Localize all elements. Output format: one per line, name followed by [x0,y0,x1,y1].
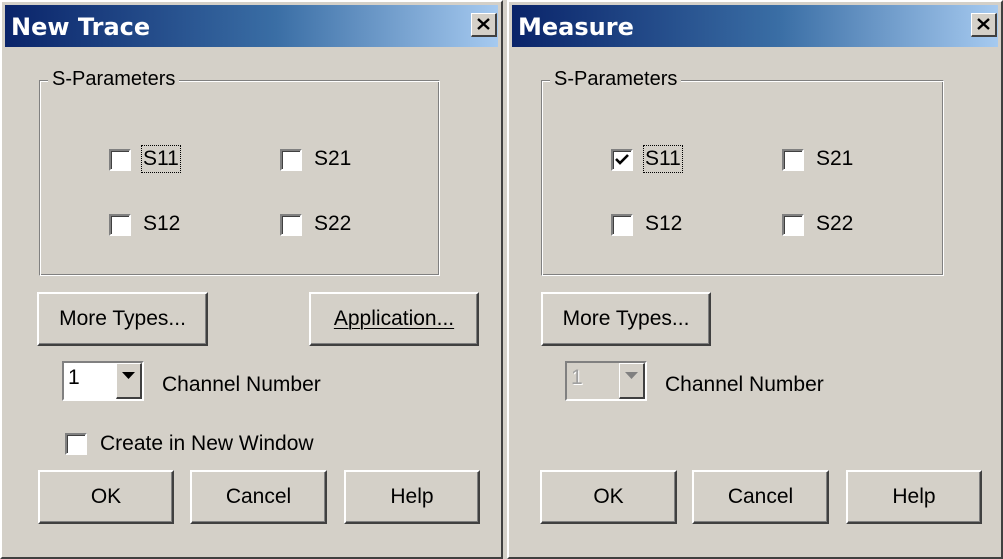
channel-number-label: Channel Number [162,373,321,396]
cancel-label: Cancel [225,485,292,508]
dialog-title: Measure [518,13,634,41]
new-trace-dialog: New Trace S-Parameters S11 S21 S12 S22 M… [0,0,503,559]
title-bar[interactable]: New Trace [5,5,498,47]
s11-label[interactable]: S11 [643,145,683,173]
s12-checkbox[interactable] [611,214,633,236]
create-in-new-window-label[interactable]: Create in New Window [100,432,314,456]
s21-label[interactable]: S21 [314,147,351,171]
ok-label: OK [593,485,624,508]
application-button[interactable]: Application... [309,292,479,346]
create-in-new-window-checkbox[interactable] [65,433,87,455]
cancel-button[interactable]: Cancel [190,470,327,524]
s22-label[interactable]: S22 [314,212,351,236]
check-icon [615,154,629,165]
more-types-button[interactable]: More Types... [541,292,711,346]
group-label: S-Parameters [550,68,682,91]
chevron-down-icon [122,372,135,379]
ok-button[interactable]: OK [540,470,677,524]
close-button[interactable] [971,13,997,37]
s12-label[interactable]: S12 [143,212,180,236]
s11-checkbox[interactable] [109,149,131,171]
s12-label[interactable]: S12 [645,212,682,236]
ok-button[interactable]: OK [38,470,174,524]
help-button[interactable]: Help [846,470,982,524]
close-icon [477,18,490,30]
s-parameters-group: S-Parameters [39,68,440,276]
channel-number-label: Channel Number [665,373,824,396]
more-types-label: More Types... [562,307,690,330]
application-label: Application... [333,307,455,330]
s12-checkbox[interactable] [109,214,131,236]
s22-label[interactable]: S22 [816,212,853,236]
cancel-button[interactable]: Cancel [692,470,829,524]
s22-checkbox[interactable] [782,214,804,236]
channel-value: 1 [68,366,80,389]
measure-dialog: Measure S-Parameters S11 S21 S12 S22 Mor… [507,0,1003,559]
channel-value: 1 [571,366,583,389]
help-button[interactable]: Help [344,470,480,524]
title-bar[interactable]: Measure [512,5,998,47]
cancel-label: Cancel [727,485,794,508]
group-label: S-Parameters [48,68,180,91]
chevron-down-icon [625,372,638,379]
close-icon [977,18,990,30]
channel-number-select[interactable]: 1 [62,361,144,401]
s-parameters-group: S-Parameters [541,68,944,276]
dialog-title: New Trace [11,13,151,41]
s21-label[interactable]: S21 [816,147,853,171]
channel-number-select: 1 [565,361,647,401]
s21-checkbox[interactable] [280,149,302,171]
s11-label[interactable]: S11 [141,145,181,173]
s21-checkbox[interactable] [782,149,804,171]
help-label: Help [892,485,936,508]
s11-checkbox[interactable] [611,149,633,171]
s22-checkbox[interactable] [280,214,302,236]
dropdown-button [619,363,645,399]
help-label: Help [390,485,434,508]
close-button[interactable] [471,13,497,37]
more-types-label: More Types... [59,307,186,330]
more-types-button[interactable]: More Types... [37,292,208,346]
dropdown-button[interactable] [116,363,142,399]
ok-label: OK [90,485,122,508]
